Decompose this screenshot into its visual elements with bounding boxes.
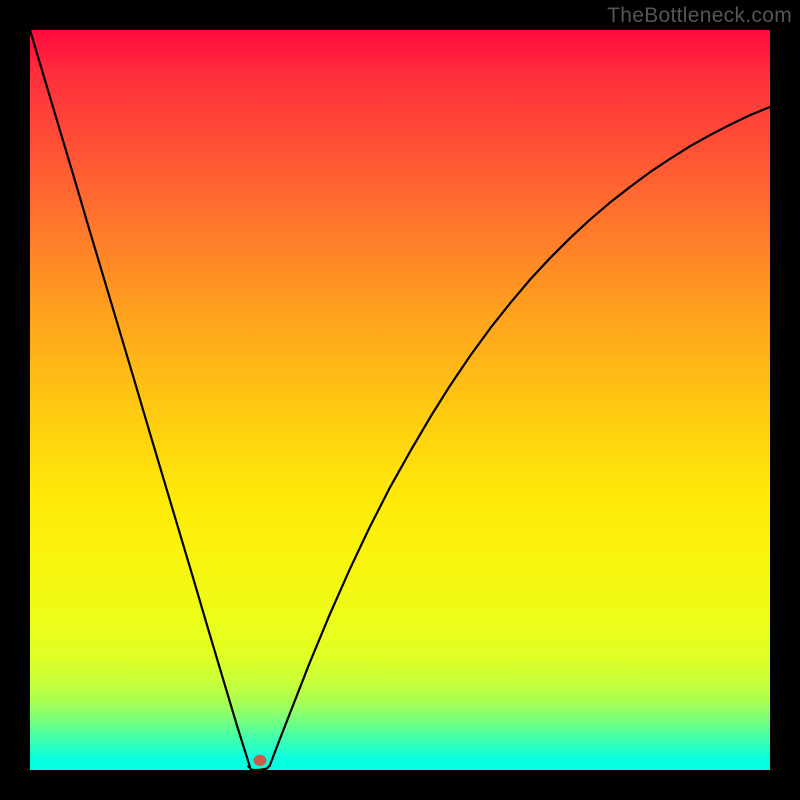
curve-group — [30, 30, 770, 770]
chart-frame: TheBottleneck.com — [0, 0, 800, 800]
minimum-marker — [253, 755, 266, 766]
chart-svg — [30, 30, 770, 770]
plot-area — [30, 30, 770, 770]
curve-bottom-bridge — [248, 766, 269, 770]
curve-left-branch — [30, 30, 250, 766]
curve-right-branch — [270, 107, 770, 766]
watermark-text: TheBottleneck.com — [607, 4, 792, 28]
